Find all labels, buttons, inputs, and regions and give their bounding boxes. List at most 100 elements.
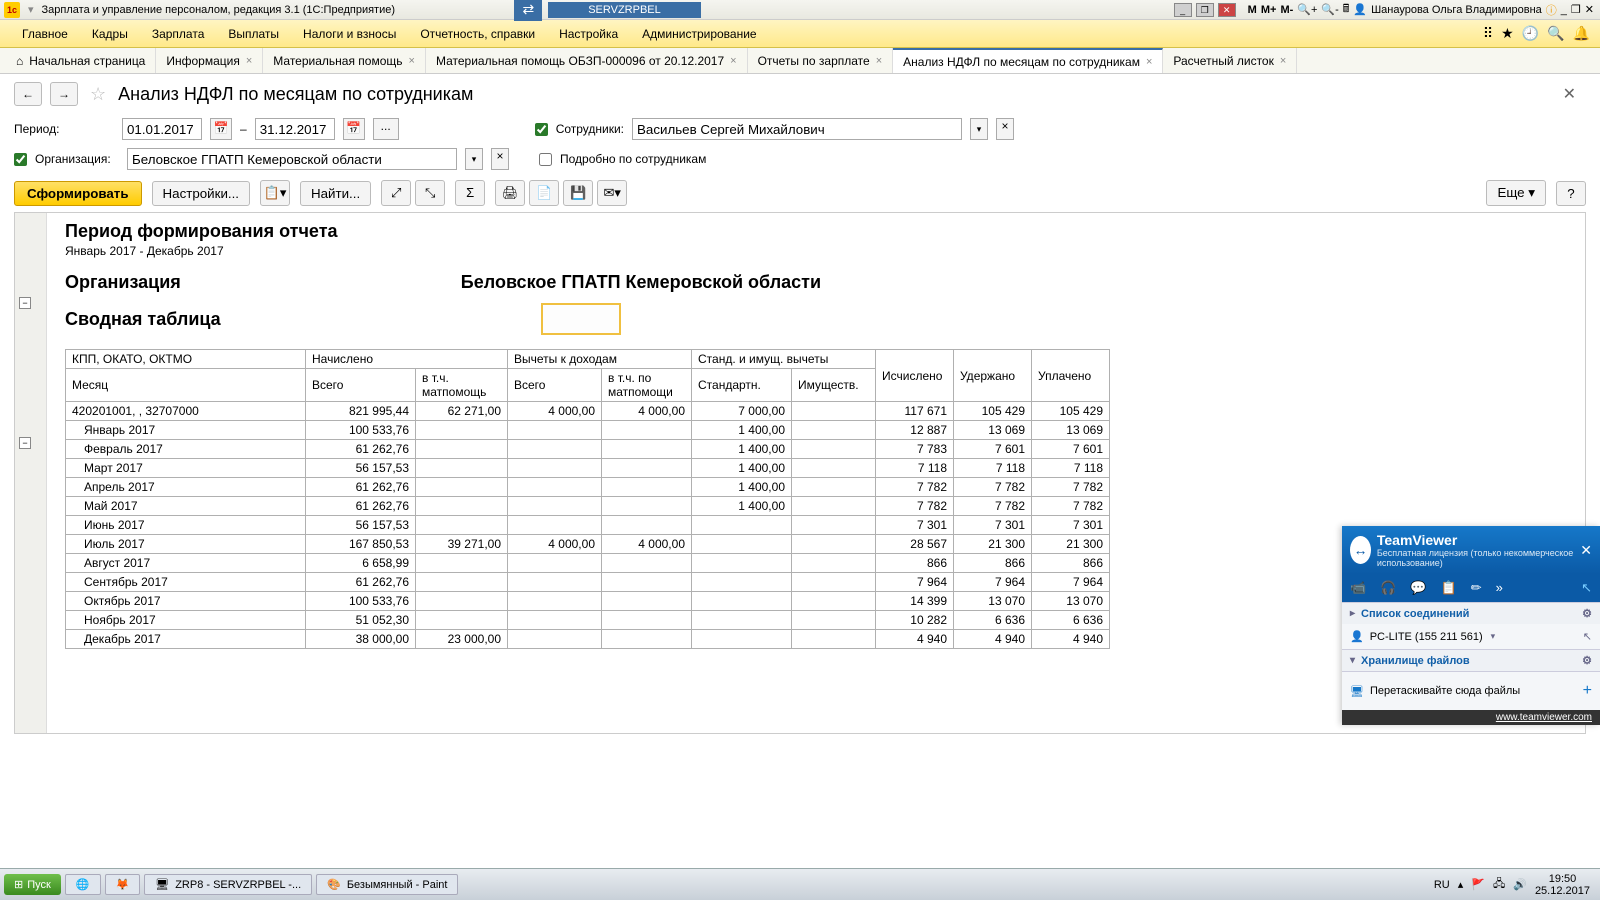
table-row[interactable]: 420201001, , 32707000821 995,4462 271,00…	[66, 402, 1110, 421]
calendar-from-icon[interactable]: 📅	[210, 118, 232, 140]
app-minimize-icon[interactable]: _	[1561, 4, 1567, 16]
menu-settings[interactable]: Настройка	[547, 23, 630, 45]
table-row[interactable]: Май 201761 262,761 400,007 7827 7827 782	[66, 497, 1110, 516]
tray-volume-icon[interactable]: 🔊	[1513, 878, 1527, 891]
table-row[interactable]: Апрель 201761 262,761 400,007 7827 7827 …	[66, 478, 1110, 497]
tv-footer-link[interactable]: www.teamviewer.com	[1496, 712, 1592, 723]
tv-cursor-icon[interactable]: ↖	[1581, 580, 1592, 596]
tray-flag-icon[interactable]: 🚩	[1471, 878, 1485, 891]
tv-chat-icon[interactable]: 💬	[1410, 580, 1426, 596]
expand-icon[interactable]: ⤢	[381, 180, 411, 206]
more-button[interactable]: Еще ▾	[1486, 180, 1546, 206]
print-icon[interactable]: 🖨	[495, 180, 525, 206]
org-input[interactable]	[127, 148, 457, 170]
zoom-in-icon[interactable]: 🔍+	[1297, 3, 1317, 16]
tab-close-icon[interactable]: ×	[409, 55, 415, 67]
employees-clear-icon[interactable]: ×	[996, 118, 1014, 140]
tab-0[interactable]: ⌂Начальная страница	[6, 48, 156, 73]
table-row[interactable]: Февраль 201761 262,761 400,007 7837 6017…	[66, 440, 1110, 459]
tab-6[interactable]: Расчетный листок×	[1163, 48, 1297, 73]
tab-4[interactable]: Отчеты по зарплате×	[748, 48, 894, 73]
app-restore-icon[interactable]: ❐	[1571, 3, 1581, 16]
help-button[interactable]: ?	[1556, 181, 1586, 206]
taskbar-item-1[interactable]: 🖥ZRP8 - SERVZRPBEL -...	[144, 874, 312, 895]
tab-5[interactable]: Анализ НДФЛ по месяцам по сотрудникам×	[893, 48, 1163, 73]
taskbar-item-2[interactable]: 🎨Безымянный - Paint	[316, 874, 458, 895]
sum-icon[interactable]: Σ	[455, 180, 485, 206]
settings-button[interactable]: Настройки...	[152, 181, 250, 206]
tab-close-icon[interactable]: ×	[246, 55, 252, 67]
table-row[interactable]: Июнь 201756 157,537 3017 3017 301	[66, 516, 1110, 535]
attach-button[interactable]: ⇄	[514, 0, 542, 21]
restore-icon[interactable]: ❐	[1196, 3, 1214, 17]
menu-admin[interactable]: Администрирование	[630, 23, 768, 45]
table-row[interactable]: Июль 2017167 850,5339 271,004 000,004 00…	[66, 535, 1110, 554]
tab-close-icon[interactable]: ×	[1146, 56, 1152, 68]
close-page-icon[interactable]: ✕	[1563, 84, 1586, 104]
tv-connections-label[interactable]: Список соединений	[1361, 608, 1582, 620]
date-from-input[interactable]	[122, 118, 202, 140]
period-ellipsis-button[interactable]: ...	[373, 118, 399, 140]
nav-back-button[interactable]: ←	[14, 82, 42, 106]
table-row[interactable]: Январь 2017100 533,761 400,0012 88713 06…	[66, 421, 1110, 440]
m-plus-button[interactable]: M+	[1261, 4, 1277, 16]
tv-audio-icon[interactable]: 🎧	[1380, 580, 1396, 596]
detail-checkbox[interactable]	[539, 153, 552, 166]
collapse-toggle-1[interactable]: −	[19, 297, 31, 309]
lang-indicator[interactable]: RU	[1434, 879, 1450, 891]
table-row[interactable]: Март 201756 157,531 400,007 1187 1187 11…	[66, 459, 1110, 478]
taskbar-ie[interactable]: 🌐	[65, 874, 101, 895]
save-icon[interactable]: 💾	[563, 180, 593, 206]
org-clear-icon[interactable]: ×	[491, 148, 509, 170]
date-to-input[interactable]	[255, 118, 335, 140]
bell-icon[interactable]: 🔔	[1573, 25, 1590, 42]
email-icon[interactable]: ✉▾	[597, 180, 627, 206]
app-tool-icon[interactable]: ▾	[28, 3, 34, 16]
search-icon[interactable]: 🔍	[1547, 25, 1564, 42]
nav-forward-button[interactable]: →	[50, 82, 78, 106]
calendar-to-icon[interactable]: 📅	[343, 118, 365, 140]
m-button[interactable]: M	[1248, 4, 1257, 16]
org-dropdown-icon[interactable]: ▾	[465, 148, 483, 170]
tv-storage-label[interactable]: Хранилище файлов	[1361, 655, 1582, 667]
tv-add-file-icon[interactable]: +	[1583, 682, 1592, 700]
tab-1[interactable]: Информация×	[156, 48, 263, 73]
menu-main[interactable]: Главное	[10, 23, 80, 45]
tray-network-icon[interactable]: 🖧	[1493, 875, 1505, 894]
close-icon[interactable]: ✕	[1218, 3, 1236, 17]
minimize-icon[interactable]: _	[1174, 3, 1192, 17]
tv-files-icon[interactable]: 📋	[1441, 580, 1457, 596]
tv-whiteboard-icon[interactable]: ✏	[1471, 580, 1482, 596]
tv-close-icon[interactable]: ✕	[1580, 542, 1592, 559]
tv-peer-name[interactable]: PC-LITE (155 211 561)	[1370, 631, 1483, 643]
tray-chevron-icon[interactable]: ▴	[1458, 878, 1464, 891]
chevron-down-icon[interactable]: ▾	[1491, 631, 1496, 642]
start-button[interactable]: ⊞ Пуск	[4, 874, 61, 895]
table-row[interactable]: Октябрь 2017100 533,7614 39913 07013 070	[66, 592, 1110, 611]
table-row[interactable]: Декабрь 201738 000,0023 000,004 9404 940…	[66, 630, 1110, 649]
info-icon[interactable]: ⓘ	[1546, 2, 1557, 18]
table-row[interactable]: Ноябрь 201751 052,3010 2826 6366 636	[66, 611, 1110, 630]
generate-button[interactable]: Сформировать	[14, 181, 142, 206]
chevron-right-icon[interactable]: ▸	[1350, 608, 1355, 619]
gear-icon[interactable]: ⚙	[1582, 607, 1592, 620]
collapse-toggle-2[interactable]: −	[19, 437, 31, 449]
menu-reports[interactable]: Отчетность, справки	[408, 23, 547, 45]
tab-close-icon[interactable]: ×	[730, 55, 736, 67]
taskbar-firefox[interactable]: 🦊	[105, 874, 141, 895]
variant-icon[interactable]: 📋▾	[260, 180, 290, 206]
employees-dropdown-icon[interactable]: ▾	[970, 118, 988, 140]
tab-close-icon[interactable]: ×	[876, 55, 882, 67]
collapse-icon[interactable]: ⤡	[415, 180, 445, 206]
taskbar-clock[interactable]: 19:50 25.12.2017	[1535, 873, 1590, 897]
tv-video-icon[interactable]: 📹	[1350, 580, 1366, 596]
tab-2[interactable]: Материальная помощь×	[263, 48, 426, 73]
tv-peer-cursor-icon[interactable]: ↖	[1583, 630, 1592, 643]
apps-icon[interactable]: ⠿	[1483, 25, 1493, 42]
org-checkbox[interactable]	[14, 153, 27, 166]
tab-close-icon[interactable]: ×	[1280, 55, 1286, 67]
history-icon[interactable]: 🕘	[1522, 25, 1539, 42]
gear-icon-2[interactable]: ⚙	[1582, 654, 1592, 667]
preview-icon[interactable]: 📄	[529, 180, 559, 206]
calculator-icon[interactable]: 🖩	[1343, 0, 1350, 19]
